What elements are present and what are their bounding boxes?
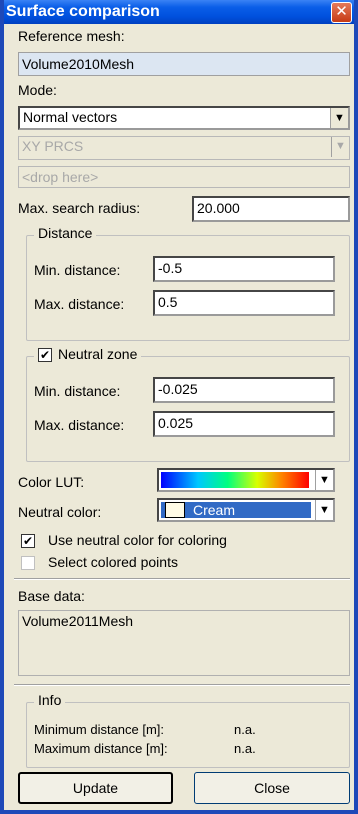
neutral-zone-group [26,356,350,462]
neutral-zone-label: Neutral zone [58,346,138,362]
distance-legend: Distance [34,225,97,241]
select-colored-label[interactable]: Select colored points [48,554,178,570]
neutral-max-label: Max. distance: [34,417,125,433]
title-bar[interactable]: Surface comparison ✕ [4,0,354,24]
mode-select[interactable]: Normal vectors ▼ [18,106,350,130]
coordinate-system-select[interactable]: XY PRCS ▼ [18,136,350,160]
reference-mesh-label: Reference mesh: [18,28,125,44]
distance-min-label: Min. distance: [34,262,121,278]
divider [14,684,350,686]
distance-max-label: Max. distance: [34,296,125,312]
neutral-color-select[interactable]: Cream ▼ [157,498,335,522]
dropdown-arrow-icon[interactable]: ▼ [330,108,348,128]
neutral-color-value: Cream [193,502,236,518]
base-data-box[interactable]: Volume2011Mesh [18,610,350,676]
drop-target-field[interactable]: <drop here> [18,166,350,188]
color-lut-label: Color LUT: [18,474,85,490]
info-min-label: Minimum distance [m]: [34,722,165,737]
close-button[interactable]: Close [194,772,350,804]
color-lut-gradient [161,472,309,488]
dropdown-arrow-icon[interactable]: ▼ [331,137,349,157]
distance-min-input[interactable]: -0.5 [153,256,335,282]
use-neutral-checkbox[interactable]: ✔ [21,534,35,548]
surface-comparison-window: Surface comparison ✕ Reference mesh: Vol… [0,0,358,814]
neutral-min-label: Min. distance: [34,383,121,399]
select-colored-checkbox[interactable] [21,556,35,570]
color-lut-select[interactable]: ▼ [157,468,335,492]
reference-mesh-field[interactable]: Volume2010Mesh [18,52,350,76]
update-button[interactable]: Update [18,772,173,804]
neutral-color-label: Neutral color: [18,504,102,520]
info-max-label: Maximum distance [m]: [34,741,168,756]
neutral-zone-checkbox[interactable]: ✔ [38,348,52,363]
info-min-value: n.a. [234,722,256,737]
neutral-max-input[interactable]: 0.025 [153,411,335,437]
info-max-value: n.a. [234,741,256,756]
base-data-value: Volume2011Mesh [22,613,134,629]
neutral-zone-legend[interactable]: ✔ Neutral zone [34,346,142,363]
max-search-radius-input[interactable]: 20.000 [192,196,350,222]
info-legend: Info [34,692,66,708]
dropdown-arrow-icon[interactable]: ▼ [315,470,333,490]
mode-label: Mode: [18,82,57,98]
base-data-label: Base data: [18,588,85,604]
close-icon[interactable]: ✕ [331,2,352,23]
distance-max-input[interactable]: 0.5 [153,290,335,316]
use-neutral-label[interactable]: Use neutral color for coloring [48,532,227,548]
divider [14,578,350,580]
neutral-color-swatch [165,502,185,518]
coordinate-system-value: XY PRCS [22,138,84,154]
neutral-min-input[interactable]: -0.025 [153,377,335,403]
neutral-color-selection: Cream [161,502,311,518]
distance-group [26,235,350,341]
window-title: Surface comparison [6,3,160,20]
dropdown-arrow-icon[interactable]: ▼ [315,500,333,520]
mode-selected-value: Normal vectors [23,109,118,125]
max-search-radius-label: Max. search radius: [18,200,141,216]
